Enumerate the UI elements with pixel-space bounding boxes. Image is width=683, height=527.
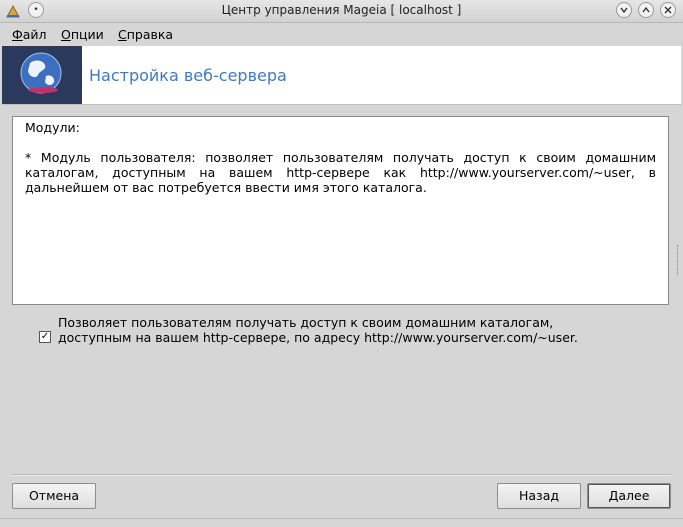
menu-file[interactable]: Файл bbox=[12, 27, 47, 42]
chevron-up-icon bbox=[642, 6, 650, 13]
menu-help-label: правка bbox=[126, 27, 174, 42]
window-title: Центр управления Mageia [ localhost ] bbox=[221, 3, 462, 17]
globe-icon bbox=[20, 52, 62, 94]
next-button[interactable]: Далее bbox=[587, 483, 671, 509]
menu-options[interactable]: Опции bbox=[61, 27, 104, 42]
menu-options-label: пции bbox=[70, 27, 104, 42]
menu-file-accel: Ф bbox=[12, 27, 23, 42]
button-divider bbox=[12, 474, 671, 476]
menu-options-accel: О bbox=[61, 27, 71, 42]
user-dir-checkbox[interactable]: ✓ bbox=[39, 331, 51, 343]
header-banner: Настройка веб-сервера bbox=[2, 46, 681, 105]
resize-handle[interactable] bbox=[677, 245, 682, 275]
menu-help[interactable]: Справка bbox=[118, 27, 173, 42]
user-dir-checkbox-label[interactable]: Позволяет пользователям получать доступ … bbox=[58, 315, 618, 345]
menu-bar: Файл Опции Справка bbox=[0, 23, 683, 45]
modules-heading: Модули: bbox=[25, 120, 80, 135]
modules-description: * Модуль пользователя: позволяет пользов… bbox=[25, 150, 656, 195]
page-title: Настройка веб-сервера bbox=[89, 66, 287, 85]
back-button[interactable]: Назад bbox=[497, 483, 581, 509]
cancel-button[interactable]: Отмена bbox=[12, 483, 96, 509]
mageia-logo bbox=[2, 46, 82, 104]
minimize-button[interactable] bbox=[616, 2, 632, 18]
menu-file-label: айл bbox=[22, 27, 47, 42]
maximize-button[interactable] bbox=[638, 2, 654, 18]
title-bar: • Центр управления Mageia [ localhost ] bbox=[0, 0, 683, 23]
modules-text-area[interactable]: Модули: * Модуль пользователя: позволяет… bbox=[12, 116, 669, 305]
close-button[interactable] bbox=[660, 2, 676, 18]
close-icon bbox=[664, 6, 672, 14]
chevron-down-icon bbox=[620, 7, 628, 14]
menu-help-accel: С bbox=[118, 27, 127, 42]
